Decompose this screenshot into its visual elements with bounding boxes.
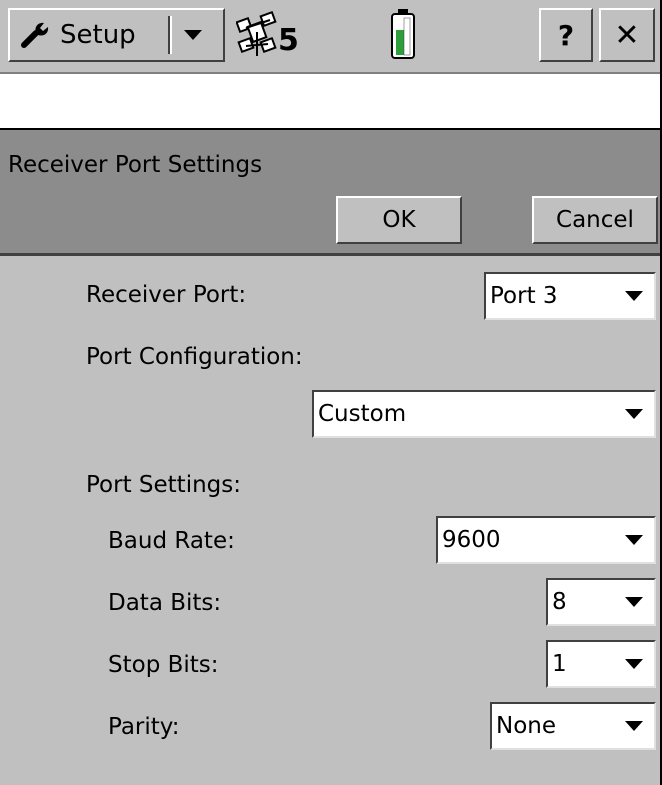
baud-rate-label: Baud Rate: <box>108 528 235 554</box>
satellite-icon <box>235 10 278 60</box>
stop-bits-select[interactable]: 1 <box>546 640 656 688</box>
parity-label: Parity: <box>108 714 180 740</box>
chevron-down-icon <box>625 721 643 731</box>
ok-button[interactable]: OK <box>336 196 462 244</box>
satellite-count: 5 <box>278 23 299 58</box>
battery-icon <box>390 8 416 60</box>
baud-rate-select[interactable]: 9600 <box>436 516 656 564</box>
stop-bits-label: Stop Bits: <box>108 652 219 678</box>
port-settings-label: Port Settings: <box>86 472 241 498</box>
top-toolbar: Setup 5 ? ✕ <box>0 0 662 74</box>
receiver-port-select[interactable]: Port 3 <box>484 272 656 320</box>
status-strip <box>0 74 662 131</box>
chevron-down-icon[interactable] <box>184 30 202 40</box>
port-configuration-value: Custom <box>318 401 407 427</box>
parity-value: None <box>496 713 557 739</box>
port-configuration-select[interactable]: Custom <box>312 390 656 438</box>
chevron-down-icon <box>625 291 643 301</box>
parity-select[interactable]: None <box>490 702 656 750</box>
port-configuration-label: Port Configuration: <box>86 344 303 370</box>
chevron-down-icon <box>625 659 643 669</box>
help-button[interactable]: ? <box>539 8 593 62</box>
baud-rate-value: 9600 <box>442 527 501 553</box>
receiver-port-value: Port 3 <box>490 283 558 309</box>
data-bits-select[interactable]: 8 <box>546 578 656 626</box>
receiver-port-label: Receiver Port: <box>86 282 247 308</box>
close-button[interactable]: ✕ <box>599 8 655 62</box>
data-bits-label: Data Bits: <box>108 590 222 616</box>
wrench-icon <box>20 19 52 51</box>
chevron-down-icon <box>625 597 643 607</box>
chevron-down-icon <box>625 535 643 545</box>
header-divider <box>0 253 662 256</box>
chevron-down-icon <box>625 409 643 419</box>
setup-menu-button[interactable]: Setup <box>8 8 225 62</box>
cancel-button[interactable]: Cancel <box>532 196 658 244</box>
stop-bits-value: 1 <box>552 651 567 677</box>
setup-label: Setup <box>60 20 136 50</box>
data-bits-value: 8 <box>552 589 567 615</box>
dialog-title: Receiver Port Settings <box>8 152 263 178</box>
